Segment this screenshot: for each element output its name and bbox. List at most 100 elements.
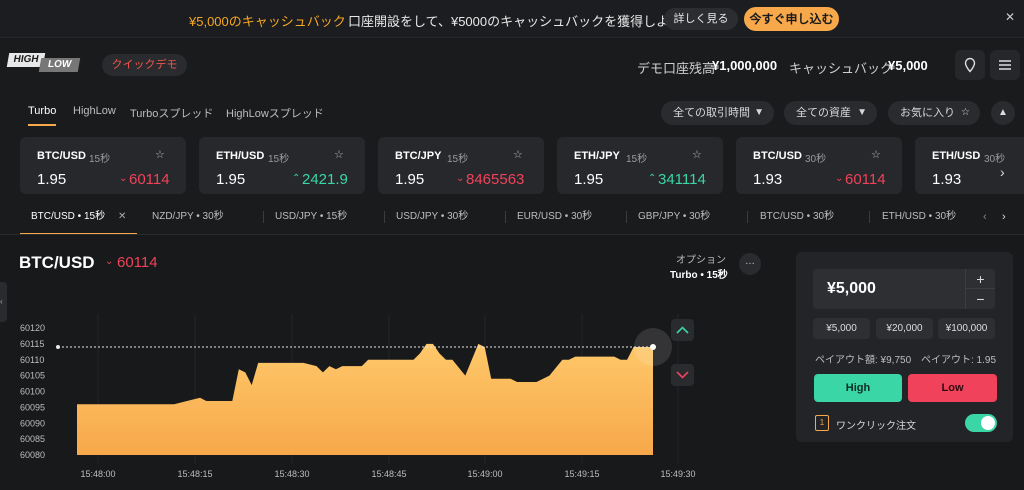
card-asset-name: ETH/USD bbox=[932, 150, 981, 162]
asset-card[interactable]: BTC/USD 15秒 ☆ 1.95 ⌄ 60114 bbox=[20, 137, 186, 194]
decrease-amount-button[interactable]: − bbox=[965, 289, 995, 309]
asset-card[interactable]: BTC/JPY 15秒 ☆ 1.95 ⌄ 8465563 bbox=[378, 137, 544, 194]
y-tick-label: 60100 bbox=[20, 387, 45, 397]
star-icon[interactable]: ☆ bbox=[155, 148, 165, 161]
tab-highlow[interactable]: HighLow bbox=[73, 105, 116, 117]
collapse-button[interactable]: ▲ bbox=[991, 101, 1015, 125]
pair-tab[interactable]: NZD/JPY • 30秒 bbox=[152, 199, 224, 234]
current-price-start-dot bbox=[56, 345, 60, 350]
pair-divider bbox=[747, 211, 748, 223]
asset-filter[interactable]: 全ての資産 ▼ bbox=[784, 101, 877, 125]
tab-turbo-spread[interactable]: Turboスプレッド bbox=[130, 105, 213, 121]
trading-time-filter[interactable]: 全ての取引時間 ▼ bbox=[661, 101, 774, 125]
location-pin-button[interactable] bbox=[955, 50, 985, 80]
card-payout: 1.95 bbox=[216, 171, 246, 188]
low-button[interactable]: Low bbox=[908, 374, 997, 402]
chevron-left-icon[interactable]: ‹ bbox=[983, 199, 987, 234]
close-icon[interactable]: ✕ bbox=[1005, 10, 1015, 24]
asset-card[interactable]: ETH/USD 30秒 1.93 bbox=[915, 137, 1024, 194]
tab-highlow-spread[interactable]: HighLowスプレッド bbox=[226, 105, 324, 121]
payout-amount: ペイアウト額: ¥9,750 bbox=[815, 355, 912, 366]
one-click-label: ワンクリック注文 bbox=[836, 421, 916, 432]
pair-tab[interactable]: USD/JPY • 30秒 bbox=[396, 199, 468, 234]
apply-now-button[interactable]: 今すぐ申し込む bbox=[744, 7, 839, 31]
pair-tab[interactable]: ETH/USD • 30秒 bbox=[882, 199, 956, 234]
chart-low-button[interactable] bbox=[671, 364, 694, 386]
option-label: オプション bbox=[676, 255, 726, 266]
arrow-down-icon: ⌄ bbox=[105, 256, 114, 267]
asset-card[interactable]: ETH/USD 15秒 ☆ 1.95 ⌃ 2421.9 bbox=[199, 137, 365, 194]
payout-rate: ペイアウト: 1.95 bbox=[921, 355, 997, 366]
menu-button[interactable] bbox=[990, 50, 1020, 80]
pair-tab[interactable]: BTC/USD • 30秒 bbox=[760, 199, 834, 234]
y-tick-label: 60085 bbox=[20, 434, 45, 444]
y-tick-label: 60095 bbox=[20, 402, 45, 412]
x-tick-label: 15:49:30 bbox=[660, 469, 695, 479]
card-duration: 30秒 bbox=[984, 154, 1006, 165]
investment-amount-field[interactable]: ¥5,000 + − bbox=[813, 269, 995, 309]
promo-text: 口座開設をして、¥5000のキャッシュバックを獲得しよう! bbox=[348, 14, 686, 29]
hamburger-icon bbox=[999, 60, 1011, 70]
card-payout: 1.95 bbox=[395, 171, 425, 188]
pair-tab[interactable]: USD/JPY • 15秒 bbox=[275, 199, 347, 234]
location-pin-icon bbox=[964, 57, 976, 73]
sidebar-toggle[interactable]: ‹ bbox=[0, 282, 7, 322]
current-point-marker bbox=[650, 344, 656, 351]
increase-amount-button[interactable]: + bbox=[965, 269, 995, 289]
promo-amount: ¥5,000のキャッシュバック bbox=[189, 14, 346, 29]
high-button[interactable]: High bbox=[814, 374, 902, 402]
investment-amount-value: ¥5,000 bbox=[827, 280, 876, 297]
one-click-toggle[interactable] bbox=[965, 414, 997, 432]
star-icon[interactable]: ☆ bbox=[513, 148, 523, 161]
card-payout: 1.93 bbox=[932, 171, 962, 188]
active-tab-indicator bbox=[28, 124, 56, 126]
asset-card[interactable]: BTC/USD 30秒 ☆ 1.93 ⌄ 60114 bbox=[736, 137, 902, 194]
chevron-right-icon[interactable]: › bbox=[1000, 164, 1005, 180]
y-tick-label: 60090 bbox=[20, 418, 45, 428]
arrow-up-icon: ⌃ bbox=[648, 173, 657, 184]
learn-more-button[interactable]: 詳しく見る bbox=[664, 8, 738, 30]
card-asset-name: BTC/USD bbox=[37, 150, 86, 162]
star-icon[interactable]: ☆ bbox=[871, 148, 881, 161]
x-tick-label: 15:49:15 bbox=[564, 469, 599, 479]
pair-divider bbox=[505, 211, 506, 223]
card-duration: 15秒 bbox=[447, 154, 469, 165]
chevron-left-icon: ‹ bbox=[0, 297, 3, 306]
tab-turbo[interactable]: Turbo bbox=[28, 105, 56, 117]
product-tabs: Turbo HighLow Turboスプレッド HighLowスプレッド 全て… bbox=[0, 91, 1024, 133]
card-price: 8465563 bbox=[466, 171, 525, 188]
x-tick-label: 15:48:45 bbox=[371, 469, 406, 479]
close-icon[interactable]: ✕ bbox=[118, 199, 126, 234]
card-duration: 15秒 bbox=[626, 154, 648, 165]
favorites-filter[interactable]: お気に入り ☆ bbox=[888, 101, 980, 125]
card-price: 341114 bbox=[658, 171, 706, 188]
chart-high-button[interactable] bbox=[671, 319, 694, 341]
card-payout: 1.95 bbox=[37, 171, 67, 188]
more-options-button[interactable]: … bbox=[739, 253, 761, 275]
x-tick-label: 15:48:15 bbox=[177, 469, 212, 479]
y-tick-label: 60120 bbox=[20, 323, 45, 333]
preset-amount-button[interactable]: ¥5,000 bbox=[813, 318, 870, 339]
preset-amount-button[interactable]: ¥100,000 bbox=[938, 318, 995, 339]
highlow-logo[interactable]: HIGH LOW bbox=[6, 53, 81, 73]
trading-time-filter-label: 全ての取引時間 bbox=[673, 107, 750, 119]
pair-tab[interactable]: EUR/USD • 30秒 bbox=[517, 199, 592, 234]
card-duration: 15秒 bbox=[89, 154, 111, 165]
preset-amount-button[interactable]: ¥20,000 bbox=[876, 318, 933, 339]
asset-card[interactable]: ETH/JPY 15秒 ☆ 1.95 ⌃ 341114 bbox=[557, 137, 723, 194]
quick-demo-button[interactable]: クイックデモ bbox=[102, 54, 187, 76]
cashback-label: キャッシュバック bbox=[789, 61, 894, 76]
pair-tab[interactable]: GBP/JPY • 30秒 bbox=[638, 199, 710, 234]
card-price: 60114 bbox=[129, 171, 170, 188]
pair-divider bbox=[384, 211, 385, 223]
price-chart[interactable]: 15:48:00 15:48:15 15:48:30 15:48:45 15:49:00… bbox=[0, 236, 770, 490]
option-value: Turbo • 15秒 bbox=[670, 270, 728, 281]
chevron-right-icon[interactable]: › bbox=[1002, 199, 1006, 234]
card-duration: 15秒 bbox=[268, 154, 290, 165]
chart-area: 15:48:00 15:48:15 15:48:30 15:48:45 15:49:00… bbox=[0, 236, 770, 490]
star-icon[interactable]: ☆ bbox=[692, 148, 702, 161]
pair-tab[interactable]: BTC/USD • 15秒 bbox=[31, 199, 105, 234]
card-asset-name: BTC/USD bbox=[753, 150, 802, 162]
star-icon[interactable]: ☆ bbox=[334, 148, 344, 161]
chevron-up-icon: ▲ bbox=[998, 107, 1008, 118]
